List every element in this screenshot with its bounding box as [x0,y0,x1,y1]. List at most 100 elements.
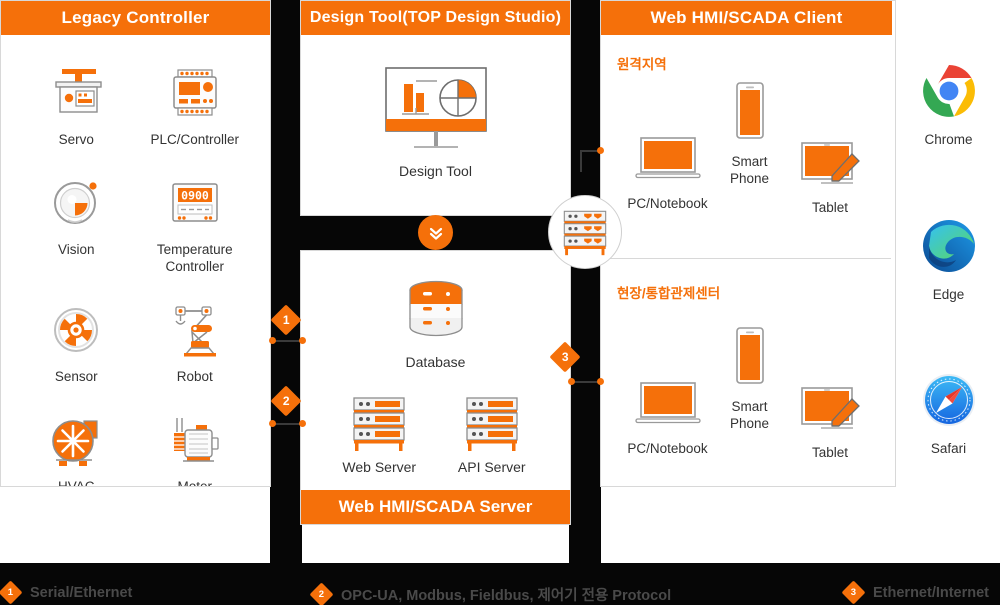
browser-column: Chrome Edge Safari [895,0,1000,487]
legend-badge-2: 2 [309,582,334,605]
server-rack-grid: Web Server API Server [301,372,570,477]
browser-edge[interactable]: Edge [896,218,1000,302]
server-rack-icon [348,394,410,452]
temperature-controller-icon: 0900 [163,171,227,235]
edge-logo-icon [921,218,977,279]
legend-item-1: 1 Serial/Ethernet [0,580,133,605]
tablet-pen-icon [797,385,863,438]
panel-scada-server: Database Web Server API Server Web HMI/S… [300,250,571,525]
panel-scada-server-title: Web HMI/SCADA Server [301,490,570,524]
legend-label: Ethernet/Internet [873,584,990,601]
legend-strip: 1 Serial/Ethernet 2 OPC-UA, Modbus, Fiel… [0,563,1000,605]
device-servo[interactable]: Servo [17,61,136,149]
device-label: Sensor [54,368,98,384]
server-rack-icon [563,210,607,256]
connector-dot-2-right [299,420,306,427]
client-field-tablet[interactable]: Tablet [792,385,868,462]
client-field-smartphone[interactable]: Smart Phone [712,325,787,433]
device-temperature-controller[interactable]: 0900 Temperature Controller [136,171,255,276]
database-icon [401,277,471,347]
device-plc-controller[interactable]: PLC/Controller [136,61,255,149]
design-tool-label: Design Tool [399,163,472,179]
backdrop-vertical-right [569,0,601,563]
client-section-divider [601,258,891,259]
connector-dot-upper [597,147,604,154]
browser-label: Safari [930,441,967,456]
server-rack-icon [461,394,523,452]
device-vision[interactable]: Vision [17,171,136,276]
vision-camera-icon [44,171,108,235]
device-label: Smart Phone [729,154,770,186]
browser-label: Chrome [924,132,973,147]
svg-text:0900: 0900 [181,188,209,202]
hvac-fan-icon [44,408,108,472]
chrome-logo-icon [921,63,977,124]
device-motor[interactable]: Moter [136,408,255,487]
laptop-icon [633,134,703,189]
server-item-api-server[interactable]: API Server [436,394,549,477]
diagram-canvas: Legacy Controller Servo PLC/Controller V… [0,0,1000,605]
legend-badge-3: 3 [841,580,866,605]
connector-dot-1-left [269,337,276,344]
device-label: Servo [58,132,94,147]
device-label: PC/Notebook [627,441,708,456]
device-label: Vision [57,241,95,257]
connector-dot-1-right [299,337,306,344]
server-item-database[interactable]: Database [301,277,570,372]
browser-chrome[interactable]: Chrome [896,63,1000,147]
panel-legacy-title: Legacy Controller [1,1,270,35]
device-label: Tablet [811,445,849,460]
browser-label: Edge [932,287,965,302]
smartphone-icon [732,80,768,147]
legend-item-2: 2 OPC-UA, Modbus, Fieldbus, 제어기 전용 Proto… [309,582,672,605]
device-label: PLC/Controller [150,132,240,147]
device-label: HVAC [57,478,95,487]
design-tool-item[interactable]: Design Tool [301,61,570,181]
device-label: PC/Notebook [627,196,708,211]
device-label: Robot [176,368,213,384]
tablet-pen-icon [797,140,863,193]
client-remote-pc[interactable]: PC/Notebook [620,134,715,213]
connector-dot-2-left [269,420,276,427]
laptop-icon [633,379,703,434]
safari-logo-icon [921,372,977,433]
backdrop-vertical-left [270,0,302,563]
chevrons-down-icon[interactable] [418,215,453,250]
plc-controller-icon [163,61,227,125]
client-remote-tablet[interactable]: Tablet [792,140,868,217]
device-label: Tablet [811,200,849,215]
server-item-label: API Server [457,458,526,475]
monitor-chart-icon [377,61,495,161]
legend-item-3: 3 Ethernet/Internet [841,580,990,605]
device-label: Moter [177,478,212,487]
device-robot[interactable]: Robot [136,298,255,386]
smartphone-icon [732,325,768,392]
device-sensor[interactable]: Sensor [17,298,136,386]
server-item-label: Web Server [342,458,417,475]
device-label: Temperature Controller [156,241,233,274]
client-remote-smartphone[interactable]: Smart Phone [712,80,787,188]
panel-client-title: Web HMI/SCADA Client [601,1,892,35]
server-item-label: Database [405,354,466,370]
browser-safari[interactable]: Safari [896,372,1000,456]
server-item-web-server[interactable]: Web Server [323,394,436,477]
device-hvac[interactable]: HVAC [17,408,136,487]
client-field-pc[interactable]: PC/Notebook [620,379,715,458]
connector-dot-3-right [597,378,604,385]
legend-label: OPC-UA, Modbus, Fieldbus, 제어기 전용 Protoco… [341,588,672,604]
connector-dot-3-left [568,378,575,385]
legend-badge-1: 1 [0,580,23,605]
central-server-node[interactable] [548,195,622,269]
client-section-label-field: 현장/통합관제센터 [617,286,721,301]
panel-legacy-controller: Legacy Controller Servo PLC/Controller V… [0,0,271,487]
connector-line-upper-vertical [580,150,582,172]
robot-arm-icon [163,298,227,362]
servo-icon [44,61,108,125]
panel-design-tool: Design Tool(TOP Design Studio) Design To… [300,0,571,216]
client-section-label-remote: 원격지역 [617,57,667,72]
sensor-icon [44,298,108,362]
legend-label: Serial/Ethernet [30,584,133,601]
legacy-device-grid: Servo PLC/Controller Vision 0900 Tempera… [1,35,270,487]
device-label: Smart Phone [729,399,770,431]
panel-design-title: Design Tool(TOP Design Studio) [301,1,570,35]
